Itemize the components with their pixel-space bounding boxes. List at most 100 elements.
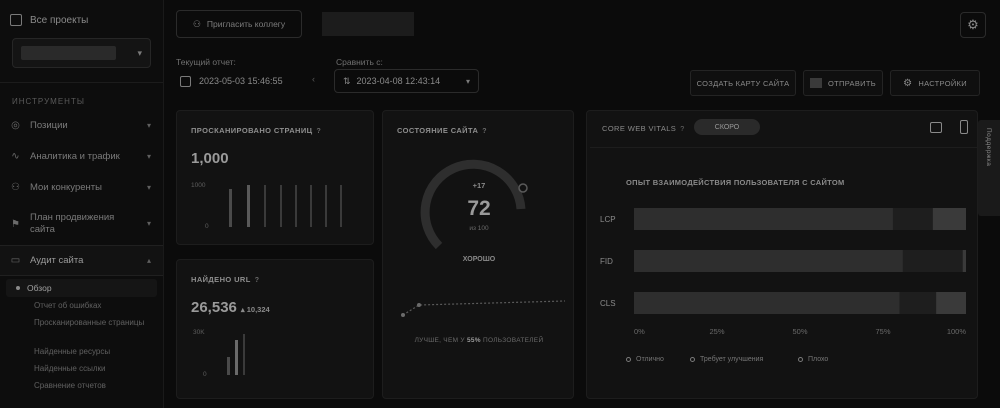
found-delta: ▴ 10,324	[240, 305, 270, 314]
footer-pre: ЛУЧШЕ, ЧЕМ У	[414, 337, 465, 344]
x-tick-label: 75%	[875, 327, 890, 336]
card-title: СОСТОЯНИЕ САЙТА?	[397, 126, 487, 135]
info-icon[interactable]: ?	[680, 126, 684, 133]
gear-icon: ⚙	[967, 17, 979, 32]
current-report-label: Текущий отчет:	[176, 57, 236, 67]
legend-dot-icon	[690, 357, 695, 362]
desktop-icon[interactable]	[930, 122, 942, 133]
compare-date-wrap: ⇅ 2023-04-08 12:43:14	[343, 76, 440, 87]
settings-button[interactable]: ⚙ НАСТРОЙКИ	[890, 70, 980, 96]
sidebar-item-label: Аналитика и трафик	[30, 151, 120, 162]
compare-date-select[interactable]: ⇅ 2023-04-08 12:43:14 ▾	[334, 69, 479, 93]
sidebar: Все проекты ▾ ИНСТРУМЕНТЫ ◎ Позиции ▾ ∿ …	[0, 0, 164, 408]
bar-segment-cls-2[interactable]	[936, 292, 966, 314]
cwv-chart: LCP FID CLS 0% 25% 50% 75% 100%	[600, 208, 966, 336]
found-value: 26,536	[191, 299, 237, 316]
y-tick-top: 30K	[193, 329, 205, 336]
support-side-tab[interactable]: Поддержка	[978, 120, 1000, 216]
y-tick-top: 1000	[191, 182, 206, 189]
legend-label: Плохо	[808, 356, 829, 363]
sidebar-subitem-resources[interactable]: Найденные ресурсы	[0, 344, 163, 360]
bar-segment-lcp-2[interactable]	[932, 208, 966, 230]
users-icon: ⚇	[11, 182, 20, 193]
scanned-pages-card: ПРОСКАНИРОВАНО СТРАНИЦ? 1,000 1000 0	[176, 110, 374, 245]
all-projects-label: Все проекты	[30, 14, 89, 26]
legend-item-good: Отлично	[626, 356, 664, 363]
project-name-redacted	[21, 46, 116, 60]
card-title-text: НАЙДЕНО URL	[191, 275, 251, 284]
sidebar-subitem-links[interactable]: Найденные ссылки	[0, 361, 163, 377]
bar-segment-lcp-1[interactable]	[892, 208, 933, 230]
health-delta: +17	[472, 181, 486, 190]
legend-item-needs-improvement: Требует улучшения	[690, 356, 763, 363]
sidebar-item-competitors[interactable]: ⚇ Мои конкуренты ▾	[0, 172, 163, 203]
bar-segment-fid-2[interactable]	[962, 250, 966, 272]
y-tick-bottom: 0	[205, 223, 209, 230]
invite-label: Пригласить коллегу	[206, 19, 286, 29]
home-icon	[10, 14, 22, 26]
sitemap-label: СОЗДАТЬ КАРТУ САЙТА	[696, 78, 790, 88]
health-unit: из 100	[469, 225, 489, 232]
user-plus-icon: ⚇	[192, 18, 201, 29]
sidebar-item-promotion-plan[interactable]: ⚑ План продвижения сайта ▾	[0, 203, 163, 245]
x-tick-label: 0%	[634, 327, 645, 336]
bar-segment-cls-1[interactable]	[899, 292, 937, 314]
trend-line	[402, 300, 566, 316]
send-label: ОТПРАВИТЬ	[828, 78, 876, 88]
all-projects-link[interactable]: Все проекты	[0, 0, 163, 28]
bar-segment-lcp-0[interactable]	[634, 208, 893, 230]
send-icon	[810, 78, 823, 88]
project-selector[interactable]: ▾	[12, 38, 151, 68]
tab-core-web-vitals[interactable]: CORE WEB VITALS?	[602, 124, 685, 133]
category-label: LCP	[600, 215, 616, 224]
health-status: ХОРОШО	[462, 256, 496, 263]
info-icon[interactable]: ?	[317, 128, 322, 135]
footer-post: ПОЛЬЗОВАТЕЛЕЙ	[482, 337, 544, 344]
sidebar-subitem-compare[interactable]: Сравнение отчетов	[0, 378, 163, 394]
card-title: ПРОСКАНИРОВАНО СТРАНИЦ?	[191, 126, 321, 135]
trend-point	[417, 303, 421, 307]
mobile-icon[interactable]	[960, 120, 968, 134]
bar-segment-fid-1[interactable]	[902, 250, 963, 272]
info-icon[interactable]: ?	[255, 277, 260, 284]
current-report-date[interactable]: 2023-05-03 15:46:55	[180, 70, 283, 92]
target-icon: ◎	[11, 120, 20, 131]
sidebar-item-label: Позиции	[30, 120, 68, 131]
settings-gear-button[interactable]: ⚙	[960, 12, 986, 38]
spark-bar	[280, 185, 282, 227]
compare-date-value: 2023-04-08 12:43:14	[356, 76, 441, 86]
chevron-down-icon: ▾	[146, 219, 151, 228]
spark-bar	[325, 185, 327, 227]
legend-item-poor: Плохо	[798, 356, 828, 363]
active-dot-icon	[16, 286, 20, 290]
sliders-icon: ⚙	[903, 77, 913, 89]
app-root: Все проекты ▾ ИНСТРУМЕНТЫ ◎ Позиции ▾ ∿ …	[0, 0, 1000, 408]
bar-segment-fid-0[interactable]	[634, 250, 903, 272]
trend-point	[401, 313, 405, 317]
send-button[interactable]: ОТПРАВИТЬ	[803, 70, 883, 96]
bar-segment-cls-0[interactable]	[634, 292, 900, 314]
y-tick-bottom: 0	[203, 371, 207, 378]
sidebar-item-label: Аудит сайта	[30, 255, 84, 266]
sidebar-subitem-overview[interactable]: Обзор	[6, 279, 157, 297]
legend-dot-icon	[626, 357, 631, 362]
site-health-card: СОСТОЯНИЕ САЙТА? +17 72 из 100 ХОРОШО ЛУ…	[382, 110, 574, 399]
sidebar-subitem-errors[interactable]: Отчет об ошибках	[0, 298, 163, 314]
sidebar-item-analytics[interactable]: ∿ Аналитика и трафик ▾	[0, 141, 163, 172]
chevron-left-icon: ‹	[312, 74, 315, 84]
create-sitemap-button[interactable]: СОЗДАТЬ КАРТУ САЙТА	[690, 70, 796, 96]
scanned-value: 1,000	[191, 150, 229, 167]
sidebar-subitem-scanned-pages[interactable]: Просканированные страницы	[0, 315, 163, 343]
calendar-icon	[180, 75, 191, 87]
sidebar-item-site-audit[interactable]: ▭ Аудит сайта ▴	[0, 245, 163, 276]
sidebar-section-label: ИНСТРУМЕНТЫ	[12, 97, 85, 106]
chevron-down-icon: ▾	[146, 152, 151, 161]
invite-colleague-button[interactable]: ⚇ Пригласить коллегу	[176, 10, 302, 38]
sidebar-nav: ◎ Позиции ▾ ∿ Аналитика и трафик ▾ ⚇ Мои…	[0, 110, 163, 276]
info-icon[interactable]: ?	[482, 128, 487, 135]
sidebar-item-label: Мои конкуренты	[30, 182, 102, 193]
found-value-wrap: 26,536 ▴ 10,324	[191, 299, 270, 316]
health-score: 72	[467, 197, 491, 220]
sidebar-item-positions[interactable]: ◎ Позиции ▾	[0, 110, 163, 141]
legend-label: Отлично	[636, 356, 664, 363]
